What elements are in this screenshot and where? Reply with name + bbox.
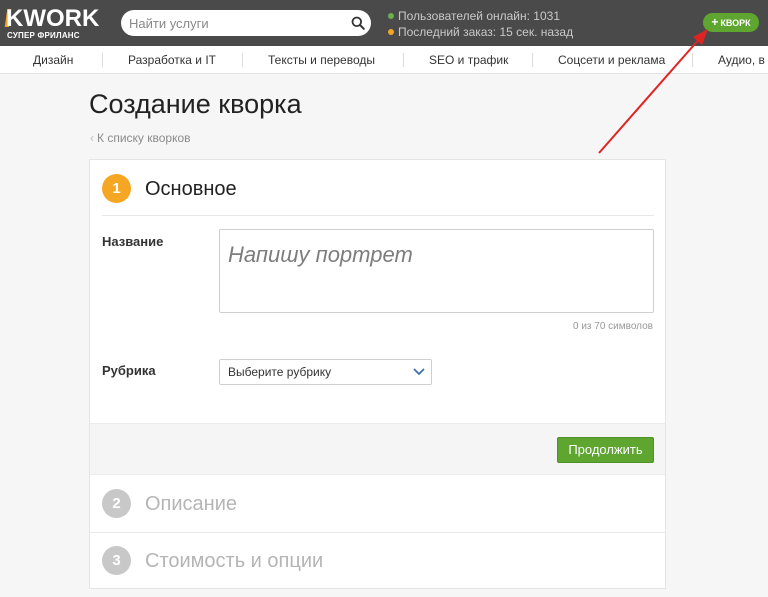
nav-separator bbox=[102, 53, 103, 67]
kwork-logo[interactable]: KWORK СУПЕР ФРИЛАНС bbox=[4, 5, 116, 42]
category-label: Рубрика bbox=[102, 363, 156, 378]
order-dot-icon bbox=[388, 29, 394, 35]
top-header: KWORK СУПЕР ФРИЛАНС Пользователей онлайн… bbox=[0, 0, 768, 46]
nav-item-development[interactable]: Разработка и IT bbox=[128, 46, 216, 74]
step-3-badge: 3 bbox=[102, 546, 131, 575]
category-select-value: Выберите рубрику bbox=[228, 365, 332, 379]
back-to-kworks-link[interactable]: ‹ К списку кворков bbox=[90, 131, 191, 145]
search-input[interactable] bbox=[129, 10, 344, 36]
last-order-status: Последний заказ: 15 сек. назад bbox=[388, 24, 573, 40]
nav-separator bbox=[403, 53, 404, 67]
step-1-badge: 1 bbox=[102, 174, 131, 203]
name-field bbox=[219, 229, 654, 313]
site-status: Пользователей онлайн: 1031 Последний зак… bbox=[388, 8, 573, 40]
users-online-status: Пользователей онлайн: 1031 bbox=[388, 8, 573, 24]
step-3-title[interactable]: Стоимость и опции bbox=[145, 549, 323, 573]
chevron-down-icon bbox=[413, 368, 425, 375]
continue-button[interactable]: Продолжить bbox=[557, 437, 654, 463]
nav-separator bbox=[532, 53, 533, 67]
back-link-label: К списку кворков bbox=[97, 131, 191, 145]
create-kwork-label: КВОРК bbox=[720, 18, 751, 28]
logo-text: KWORK bbox=[6, 5, 100, 32]
page-title: Создание кворка bbox=[89, 89, 302, 119]
name-input[interactable] bbox=[220, 230, 653, 312]
users-online-text: Пользователей онлайн: 1031 bbox=[398, 9, 560, 23]
step-1-divider bbox=[102, 215, 654, 216]
search-bar bbox=[121, 10, 371, 36]
nav-item-seo[interactable]: SEO и трафик bbox=[429, 46, 508, 74]
nav-item-social[interactable]: Соцсети и реклама bbox=[558, 46, 665, 74]
category-nav: Дизайн Разработка и IT Тексты и переводы… bbox=[0, 46, 768, 74]
step-2-title[interactable]: Описание bbox=[145, 492, 237, 516]
chevron-left-icon: ‹ bbox=[90, 131, 94, 145]
logo-subtitle: СУПЕР ФРИЛАНС bbox=[7, 31, 80, 40]
category-select[interactable]: Выберите рубрику bbox=[219, 359, 432, 385]
nav-separator bbox=[242, 53, 243, 67]
step-1-footer: Продолжить bbox=[90, 423, 665, 475]
last-order-text: Последний заказ: 15 сек. назад bbox=[398, 25, 574, 39]
step-2-badge: 2 bbox=[102, 489, 131, 518]
nav-separator bbox=[692, 53, 693, 67]
search-icon[interactable] bbox=[351, 16, 365, 30]
create-kwork-button[interactable]: + КВОРК bbox=[703, 13, 759, 32]
nav-item-texts[interactable]: Тексты и переводы bbox=[268, 46, 375, 74]
step-1-title[interactable]: Основное bbox=[145, 177, 237, 201]
name-label: Название bbox=[102, 234, 164, 249]
nav-item-design[interactable]: Дизайн bbox=[33, 46, 73, 74]
step-2-divider bbox=[90, 532, 665, 533]
online-dot-icon bbox=[388, 13, 394, 19]
kwork-form-card: 1 Основное Название 0 из 70 символов Руб… bbox=[89, 159, 666, 589]
plus-icon: + bbox=[711, 15, 719, 29]
nav-item-audio[interactable]: Аудио, в bbox=[718, 46, 765, 74]
char-counter: 0 из 70 символов bbox=[572, 321, 653, 332]
